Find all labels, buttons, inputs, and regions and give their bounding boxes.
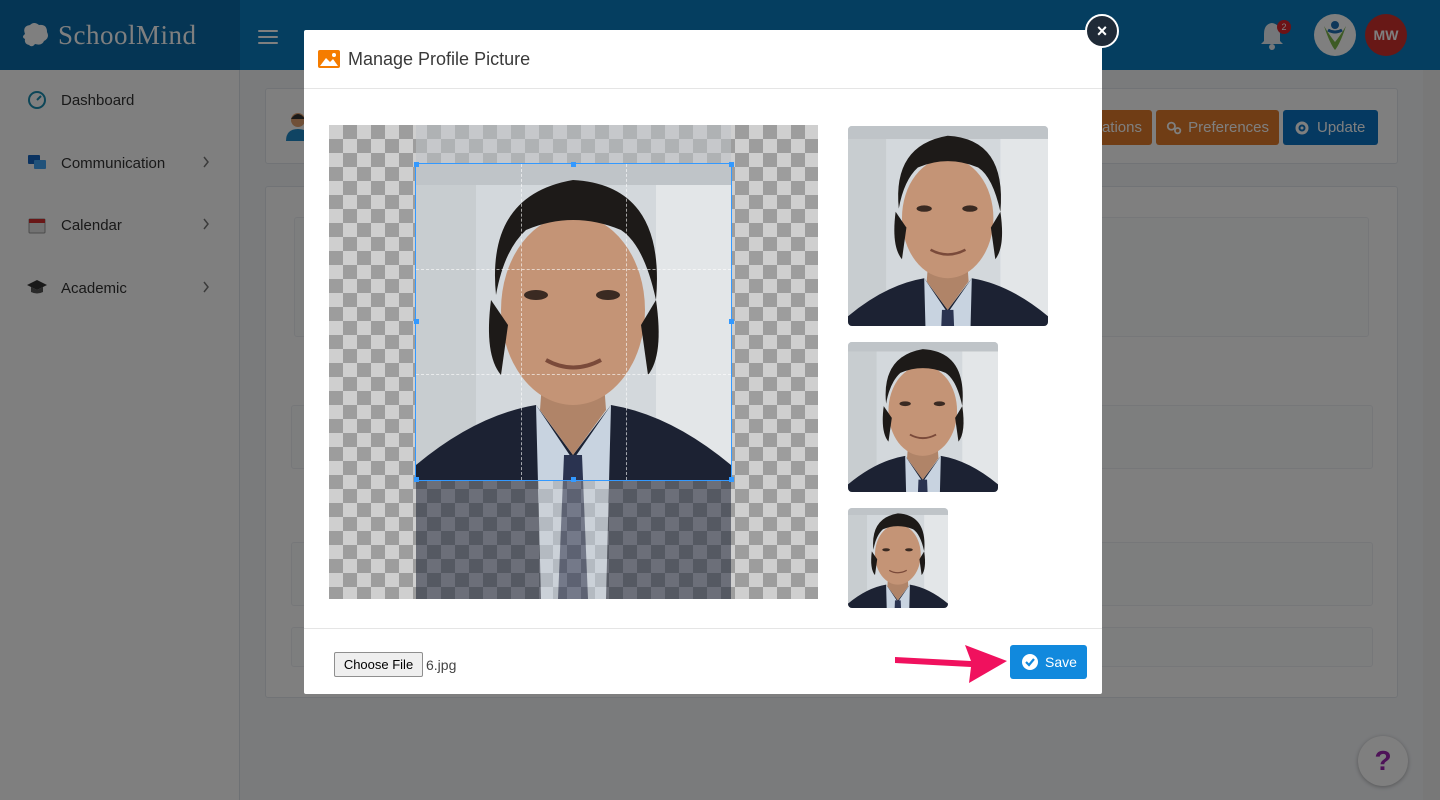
- crop-guide-line: [416, 269, 731, 270]
- image-cropper[interactable]: [329, 125, 818, 599]
- crop-guide-line: [521, 164, 522, 480]
- modal-header: Manage Profile Picture: [304, 30, 1102, 89]
- crop-handle-n[interactable]: [571, 162, 576, 167]
- crop-handle-ne[interactable]: [729, 162, 734, 167]
- preview-small: [848, 508, 948, 608]
- preview-large: [848, 126, 1048, 326]
- image-icon: [318, 50, 340, 68]
- crop-handle-nw[interactable]: [414, 162, 419, 167]
- crop-handle-e[interactable]: [729, 319, 734, 324]
- save-button-label: Save: [1045, 654, 1077, 670]
- manage-profile-picture-dialog: Manage Profile Picture Choose File 6.jpg: [304, 30, 1102, 694]
- preview-medium: [848, 342, 998, 492]
- crop-handle-s[interactable]: [571, 477, 576, 482]
- crop-selection-box[interactable]: [415, 163, 732, 481]
- check-circle-icon: [1022, 654, 1038, 670]
- annotation-arrow-icon: [895, 645, 1007, 683]
- crop-guide-line: [626, 164, 627, 480]
- selected-file-name: 6.jpg: [426, 657, 457, 673]
- modal-title: Manage Profile Picture: [348, 48, 531, 69]
- crop-handle-sw[interactable]: [414, 477, 419, 482]
- save-button[interactable]: Save: [1010, 645, 1087, 679]
- crop-handle-se[interactable]: [729, 477, 734, 482]
- cropped-photo-area: [416, 164, 731, 480]
- crop-handle-w[interactable]: [414, 319, 419, 324]
- choose-file-button[interactable]: Choose File: [334, 652, 423, 677]
- close-dialog-button[interactable]: ×: [1085, 14, 1119, 48]
- crop-guide-line: [416, 374, 731, 375]
